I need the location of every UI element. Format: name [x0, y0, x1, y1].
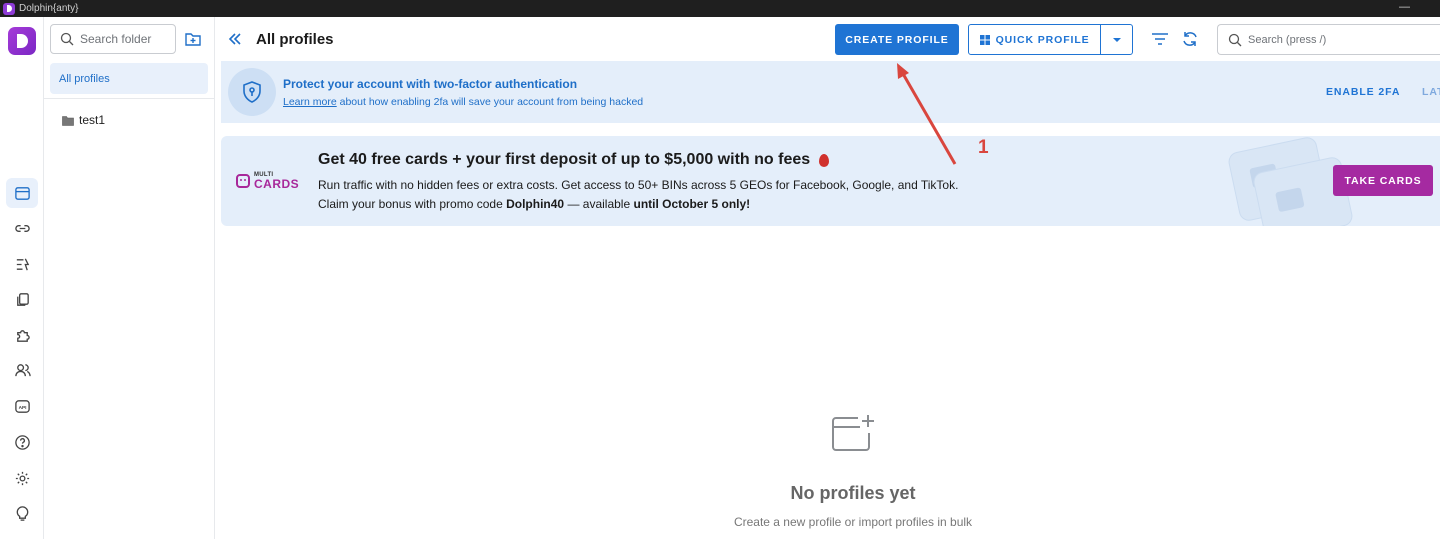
multicards-logo-icon — [236, 174, 250, 188]
empty-state-subtitle: Create a new profile or import profiles … — [733, 515, 973, 529]
promo-title-text: Get 40 free cards + your first deposit o… — [318, 151, 811, 168]
filter-icon[interactable] — [1151, 31, 1169, 47]
later-button[interactable]: LATER — [1422, 86, 1440, 98]
promo-title: Get 40 free cards + your first deposit o… — [318, 151, 830, 169]
quick-profile-label: QUICK PROFILE — [995, 33, 1090, 46]
add-folder-icon[interactable] — [184, 30, 202, 48]
folder-item-label: test1 — [79, 113, 106, 127]
create-profile-button[interactable]: CREATE PROFILE — [835, 24, 959, 55]
users-icon[interactable] — [6, 355, 38, 385]
collapse-sidebar-icon[interactable] — [227, 31, 243, 47]
multicards-promo-banner: MULTI CARDS Get 40 free cards + your fir… — [221, 136, 1440, 226]
promo-code-line: Claim your bonus with promo code Dolphin… — [318, 197, 750, 211]
settings-icon[interactable] — [6, 463, 38, 493]
left-rail: API — [0, 17, 44, 539]
quick-profile-split-button: QUICK PROFILE — [968, 24, 1133, 55]
folder-search — [50, 24, 176, 54]
svg-text:API: API — [18, 404, 26, 410]
app-logo-icon — [3, 2, 15, 15]
two-factor-subtitle-text: about how enabling 2fa will save your ac… — [336, 96, 644, 108]
add-profile-empty-icon — [832, 415, 874, 451]
quick-profile-button[interactable]: QUICK PROFILE — [969, 25, 1102, 54]
promo-availability: — available — [564, 197, 634, 211]
multicards-logo: MULTI CARDS — [236, 172, 299, 190]
main-content: All profiles CREATE PROFILE QUICK PROFIL… — [215, 17, 1440, 539]
dolphin-logo[interactable] — [8, 27, 36, 55]
promo-code-intro: Claim your bonus with promo code — [318, 197, 507, 211]
promo-code: Dolphin40 — [506, 197, 565, 211]
learn-more-link[interactable]: Learn more — [283, 96, 337, 108]
multicards-logo-big: CARDS — [254, 177, 300, 191]
window-titlebar: Dolphin{anty} — — [0, 0, 1440, 17]
folder-item[interactable]: test1 — [62, 112, 105, 128]
quick-profile-dropdown[interactable] — [1101, 25, 1132, 54]
page-title: All profiles — [256, 31, 334, 48]
enable-2fa-button[interactable]: ENABLE 2FA — [1326, 86, 1400, 98]
extensions-icon[interactable] — [6, 320, 38, 350]
promo-deadline: until October 5 only! — [633, 197, 751, 211]
minimize-button[interactable]: — — [1399, 1, 1410, 13]
search-folder-input[interactable] — [80, 32, 170, 46]
automation-icon[interactable] — [6, 249, 38, 279]
folder-divider — [44, 98, 214, 99]
two-factor-banner: Protect your account with two-factor aut… — [221, 61, 1440, 123]
search-icon — [1228, 33, 1242, 46]
lightbulb-icon[interactable] — [6, 498, 38, 528]
two-factor-subtitle: Learn more about how enabling 2fa will s… — [283, 96, 643, 108]
link-icon[interactable] — [6, 213, 38, 243]
empty-state-title: No profiles yet — [790, 483, 916, 503]
windows-icon — [979, 34, 990, 45]
help-icon[interactable] — [6, 427, 38, 457]
copy-icon[interactable] — [6, 284, 38, 314]
two-factor-title: Protect your account with two-factor aut… — [283, 77, 578, 91]
api-icon[interactable]: API — [6, 391, 38, 421]
search-icon — [60, 32, 74, 46]
shield-icon — [228, 68, 276, 116]
refresh-icon[interactable] — [1181, 30, 1199, 48]
folder-all-profiles[interactable]: All profiles — [50, 63, 208, 94]
browser-profiles-icon[interactable] — [6, 178, 38, 208]
drop-icon — [819, 153, 830, 167]
window-title: Dolphin{anty} — [19, 3, 79, 14]
profile-search — [1217, 24, 1440, 55]
folder-panel: All profiles test1 — [44, 17, 215, 539]
promo-description: Run traffic with no hidden fees or extra… — [318, 178, 959, 192]
search-profiles-input[interactable] — [1248, 33, 1428, 46]
take-cards-button[interactable]: TAKE CARDS — [1333, 165, 1433, 196]
chevron-down-icon — [1112, 37, 1121, 42]
folder-icon — [62, 115, 74, 126]
